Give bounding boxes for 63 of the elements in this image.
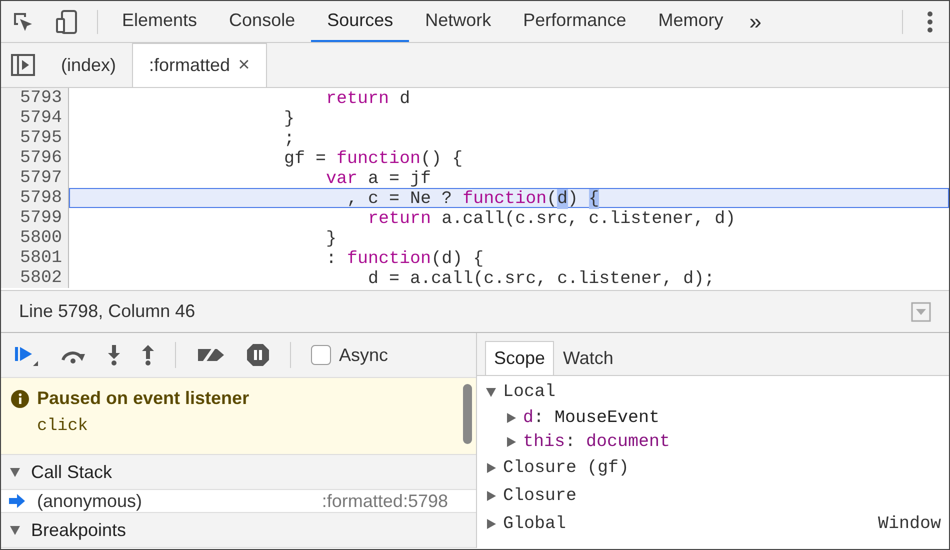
frame-name[interactable]: (anonymous) xyxy=(37,490,142,512)
code-line: var a = jf xyxy=(325,168,432,188)
cursor-position: Line 5798, Column 46 xyxy=(19,301,196,322)
collapse-triangle-icon[interactable] xyxy=(485,386,497,398)
expand-triangle-icon[interactable] xyxy=(505,412,517,424)
device-icon[interactable] xyxy=(56,10,78,34)
inspect-icon[interactable] xyxy=(12,10,34,32)
section-header[interactable]: Call Stack xyxy=(31,462,112,482)
sidebar-tab[interactable]: Scope xyxy=(485,341,554,375)
frame-location[interactable]: :formatted:5798 xyxy=(322,490,468,512)
code-line: } xyxy=(283,108,296,128)
expand-triangle-icon[interactable] xyxy=(485,518,497,530)
line-number: 5798 xyxy=(1,188,69,208)
line-number: 5799 xyxy=(1,208,69,228)
line-number: 5796 xyxy=(1,148,69,168)
panel-tab[interactable]: Performance xyxy=(507,1,642,42)
menu-icon[interactable] xyxy=(927,10,933,32)
panel-tab[interactable]: Console xyxy=(213,1,312,42)
navigator-toggle-icon[interactable] xyxy=(11,54,35,76)
pause-on-exceptions-icon[interactable] xyxy=(246,343,270,367)
code-line: gf = function() { xyxy=(283,148,464,168)
line-number: 5801 xyxy=(1,248,69,268)
line-number: 5802 xyxy=(1,268,69,288)
variable-entry[interactable]: this: document xyxy=(523,432,670,452)
async-checkbox[interactable]: Async xyxy=(311,344,388,366)
collapse-triangle-icon[interactable] xyxy=(9,466,21,478)
code-line: d = a.call(c.src, c.listener, d); xyxy=(367,268,716,288)
line-number: 5793 xyxy=(1,88,69,108)
scope-name[interactable]: Closure (gf) xyxy=(503,458,630,478)
panel-tab[interactable]: Memory xyxy=(642,1,740,42)
file-tab[interactable]: (index) xyxy=(45,43,132,87)
line-number: 5795 xyxy=(1,128,69,148)
code-line: return a.call(c.src, c.listener, d) xyxy=(367,208,737,228)
file-tab[interactable]: :formatted × xyxy=(132,43,267,87)
line-number: 5800 xyxy=(1,228,69,248)
variable-entry[interactable]: d: MouseEvent xyxy=(523,408,660,428)
drawer-toggle-icon[interactable] xyxy=(911,302,931,322)
pause-reason: Paused on event listener xyxy=(37,388,250,409)
close-icon[interactable]: × xyxy=(238,54,250,77)
expand-triangle-icon[interactable] xyxy=(485,490,497,502)
code-line: ; xyxy=(283,128,296,148)
code-line: : function(d) { xyxy=(325,248,485,268)
collapse-triangle-icon[interactable] xyxy=(9,524,21,536)
scrollbar-thumb[interactable] xyxy=(463,384,472,444)
section-header[interactable]: Breakpoints xyxy=(31,520,126,540)
event-name: click xyxy=(36,417,90,436)
expand-triangle-icon[interactable] xyxy=(485,462,497,474)
line-number: 5794 xyxy=(1,108,69,128)
step-into-icon[interactable] xyxy=(107,344,121,366)
panel-tab[interactable]: Elements xyxy=(106,1,214,42)
scope-name[interactable]: Local xyxy=(503,382,556,402)
info-icon xyxy=(11,390,29,408)
line-number: 5797 xyxy=(1,168,69,188)
panel-tab[interactable]: Network xyxy=(409,1,508,42)
sidebar-tab[interactable]: Watch xyxy=(554,341,622,375)
scope-value: Window xyxy=(878,514,941,534)
more-tabs-button[interactable]: » xyxy=(739,8,772,34)
code-line: return d xyxy=(325,88,412,108)
scope-name[interactable]: Closure xyxy=(503,486,577,506)
expand-triangle-icon[interactable] xyxy=(505,436,517,448)
scope-name[interactable]: Global xyxy=(503,514,566,534)
step-out-icon[interactable] xyxy=(141,344,155,366)
code-line: } xyxy=(325,228,338,248)
